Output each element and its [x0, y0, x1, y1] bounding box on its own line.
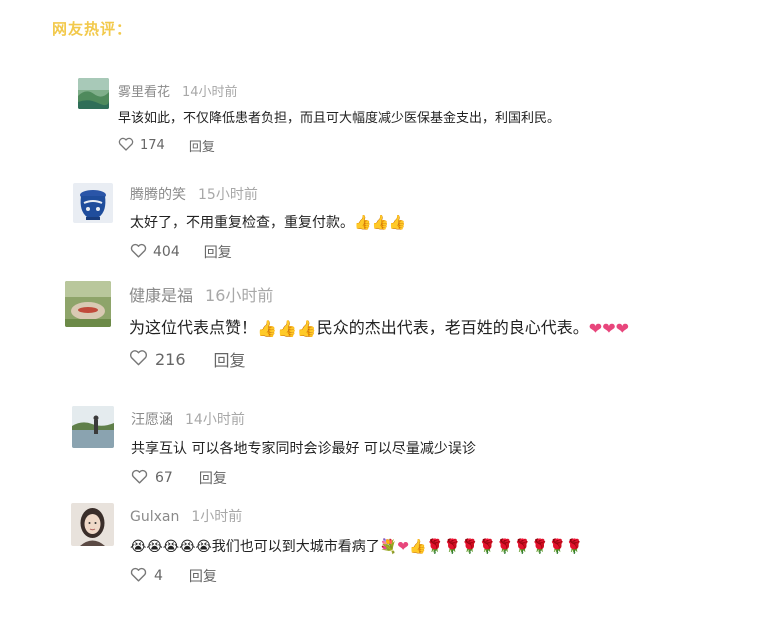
emoji-bouquet-icon: 💐 — [379, 539, 398, 555]
emoji-thumbs-up-icon: 👍 — [296, 319, 317, 338]
landscape-avatar-icon[interactable] — [78, 78, 109, 109]
heart-outline-icon[interactable] — [131, 469, 148, 488]
portrait-avatar-icon[interactable] — [71, 503, 114, 546]
comment-text: 共享互认 可以各地专家同时会诊最好 可以尽量减少误诊 — [131, 441, 476, 457]
emoji-rose-icon: 🌹 — [426, 539, 444, 555]
emoji-rose-icon: 🌹 — [496, 539, 514, 555]
comment-text: 民众的杰出代表，老百姓的良心代表。 — [316, 318, 589, 337]
emoji-crying-face-icon: 😭 — [162, 539, 180, 555]
comment-text: 为这位代表点赞！ — [129, 318, 258, 337]
section-title: 网友热评： — [52, 20, 133, 38]
rock-avatar-icon[interactable] — [65, 281, 111, 327]
comment-time: 16小时前 — [205, 286, 274, 305]
like-count: 216 — [155, 349, 186, 369]
emoji-thumbs-up-icon: 👍 — [276, 319, 297, 338]
comment-username[interactable]: 腾腾的笑 — [130, 187, 186, 203]
emoji-heart-icon: ❤ — [588, 319, 603, 338]
comment-username[interactable]: 健康是福 — [129, 286, 193, 305]
like-count: 174 — [140, 138, 165, 153]
emoji-thumbs-up-icon: 👍 — [388, 215, 407, 231]
emoji-heart-icon: ❤ — [602, 319, 616, 338]
comment-username[interactable]: 雾里看花 — [118, 85, 170, 100]
emoji-rose-icon: 🌹 — [531, 539, 549, 555]
emoji-rose-icon: 🌹 — [513, 539, 532, 555]
heart-outline-icon[interactable] — [118, 137, 134, 155]
emoji-rose-icon: 🌹 — [478, 539, 497, 555]
emoji-heart-icon: ❤ — [615, 319, 630, 338]
reply-button[interactable]: 回复 — [214, 347, 246, 371]
comment-text: 早该如此，不仅降低患者负担，而且可大幅度减少医保基金支出，利国利民。 — [118, 111, 561, 126]
emoji-crying-face-icon: 😭 — [179, 539, 196, 555]
reply-button[interactable]: 回复 — [189, 566, 217, 586]
comment-text: 我们也可以到大城市看病了 — [211, 539, 380, 555]
heart-outline-icon[interactable] — [130, 243, 147, 262]
comment-time: 1小时前 — [191, 509, 243, 525]
comment-username[interactable]: 汪愿涵 — [131, 412, 173, 428]
reply-button[interactable]: 回复 — [189, 136, 215, 155]
comment-time: 14小时前 — [182, 85, 238, 100]
comment-text: 太好了，不用重复检查，重复付款。 — [130, 215, 354, 231]
emoji-rose-icon: 🌹 — [461, 539, 479, 555]
comment-time: 14小时前 — [185, 412, 245, 428]
emoji-thumbs-up-icon: 👍 — [408, 539, 427, 555]
like-count: 4 — [154, 568, 163, 584]
emoji-rose-icon: 🌹 — [565, 539, 584, 555]
lakeside-avatar-icon[interactable] — [72, 406, 114, 448]
like-count: 67 — [155, 470, 173, 486]
emoji-rose-icon: 🌹 — [548, 539, 566, 555]
comment-username[interactable]: Gulxan — [130, 509, 179, 525]
comment-time: 15小时前 — [198, 187, 258, 203]
emoji-crying-face-icon: 😭 — [130, 539, 147, 555]
emoji-thumbs-up-icon: 👍 — [257, 319, 277, 338]
like-count: 404 — [153, 244, 180, 260]
emoji-thumbs-up-icon: 👍 — [354, 215, 372, 231]
reply-button[interactable]: 回复 — [204, 242, 232, 262]
emoji-rose-icon: 🌹 — [443, 539, 462, 555]
heart-outline-icon[interactable] — [129, 349, 148, 370]
emoji-crying-face-icon: 😭 — [146, 539, 163, 555]
porcelain-avatar-icon[interactable] — [73, 183, 113, 223]
heart-outline-icon[interactable] — [130, 567, 147, 586]
reply-button[interactable]: 回复 — [199, 468, 227, 488]
emoji-crying-face-icon: 😭 — [195, 539, 212, 555]
emoji-heart-icon: ❤ — [397, 539, 409, 555]
emoji-thumbs-up-icon: 👍 — [371, 215, 389, 231]
